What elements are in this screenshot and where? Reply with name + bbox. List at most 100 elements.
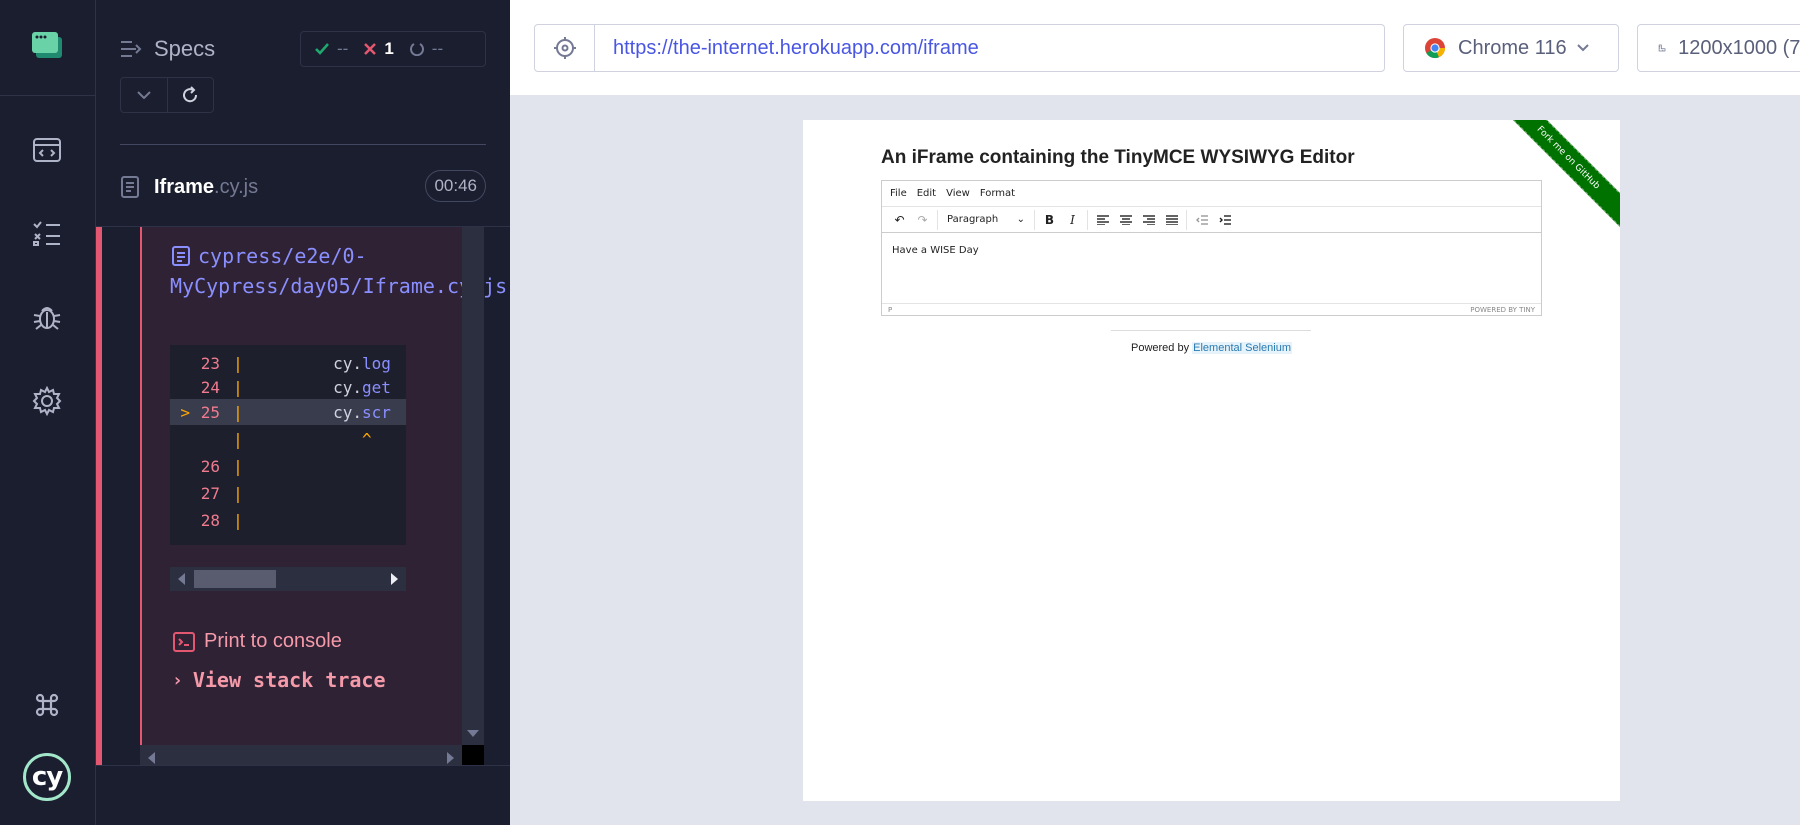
code-line: 26 | [200, 456, 243, 476]
url-text[interactable]: https://the-internet.herokuapp.com/ifram… [613, 37, 979, 60]
stack-label: View stack trace [192, 668, 386, 692]
spec-ext: .cy.js [214, 175, 259, 198]
terminal-icon [173, 631, 195, 652]
browser-name: Chrome 116 [1458, 36, 1567, 59]
refresh-icon [183, 86, 198, 103]
italic-icon[interactable]: I [1061, 209, 1084, 231]
align-right-icon[interactable] [1137, 209, 1160, 231]
footer-divider [1111, 330, 1311, 331]
editor-content[interactable]: Have a WISE Day [882, 233, 1541, 303]
chevron-down-icon: ⌄ [1016, 214, 1025, 225]
spec-header[interactable]: Iframe .cy.js 00:46 [120, 168, 486, 206]
specs-nav-button[interactable] [30, 133, 64, 167]
rerun-button[interactable] [166, 78, 213, 112]
chrome-icon [1425, 38, 1445, 59]
print-label: Print to console [204, 630, 342, 652]
crosshair-icon [553, 37, 576, 59]
element-path[interactable]: P [888, 306, 892, 314]
selector-playground-button[interactable] [535, 25, 595, 71]
passed-count: -- [337, 39, 349, 58]
align-left-icon[interactable] [1091, 209, 1114, 231]
document-icon [121, 176, 139, 198]
aut-area: https://the-internet.herokuapp.com/ifram… [510, 0, 1800, 825]
specs-title: Specs [154, 36, 216, 61]
log-horizontal-scrollbar[interactable] [140, 745, 462, 765]
format-select[interactable]: Paragraph ⌄ [941, 209, 1031, 231]
spec-duration: 00:46 [425, 170, 486, 202]
print-to-console-button[interactable]: Print to console [172, 630, 342, 653]
scrollbar-thumb[interactable] [194, 570, 276, 588]
log-vertical-scrollbar[interactable] [462, 227, 484, 745]
bold-icon[interactable]: B [1038, 209, 1061, 231]
app-logo-icon[interactable] [30, 30, 64, 60]
indent-icon[interactable] [1213, 209, 1236, 231]
elemental-selenium-link[interactable]: Elemental Selenium [1192, 342, 1292, 354]
code-line: 28 | [200, 510, 243, 530]
file-icon [172, 246, 190, 266]
redo-icon[interactable]: ↷ [911, 209, 934, 231]
scroll-left-arrow[interactable] [178, 573, 185, 585]
align-justify-icon[interactable] [1160, 209, 1183, 231]
expand-button[interactable] [121, 78, 167, 112]
bug-icon [33, 307, 61, 330]
code-line: 23 | cy. log [200, 353, 391, 373]
pending-icon [409, 43, 424, 56]
error-stripe [96, 227, 102, 765]
scrollbar-corner [462, 745, 484, 765]
app-under-test-frame: Fork me on GitHub An iFrame containing t… [803, 120, 1620, 801]
gear-icon [32, 386, 62, 416]
menu-format[interactable]: Format [980, 188, 1015, 199]
editor-toolbar: ↶ ↷ Paragraph ⌄ B I [882, 207, 1541, 233]
pending-count: -- [431, 39, 444, 58]
code-line-caret: | ^ [233, 429, 372, 449]
failed-count: 1 [384, 39, 394, 58]
editor-statusbar: P POWERED BY TINY [882, 303, 1541, 315]
check-icon [315, 43, 329, 55]
runner-controls [120, 77, 214, 113]
menu-view[interactable]: View [946, 188, 970, 199]
spec-name: Iframe [154, 175, 215, 198]
outdent-icon[interactable] [1190, 209, 1213, 231]
code-frame: 23 | cy. log 24 | cy. get >25 | cy. scr | ^ 26… [170, 345, 406, 545]
undo-icon[interactable]: ↶ [888, 209, 911, 231]
settings-nav-button[interactable] [30, 384, 64, 418]
url-bar[interactable]: https://the-internet.herokuapp.com/ifram… [534, 24, 1385, 72]
scroll-right-arrow[interactable] [391, 573, 398, 585]
side-nav: cy [0, 0, 96, 825]
panel-bottom-divider [96, 765, 510, 766]
chevron-right-icon: › [172, 669, 183, 691]
tinymce-editor: File Edit View Format ↶ ↷ Paragraph ⌄ B I [881, 180, 1542, 316]
error-file-link[interactable]: cypress/e2e/0-MyCypress/day05/Iframe.cy.… [170, 241, 510, 301]
browser-selector[interactable]: Chrome 116 [1403, 24, 1619, 72]
debug-nav-button[interactable] [30, 300, 64, 334]
code-line: 27 | [200, 483, 243, 503]
command-log: cypress/e2e/0-MyCypress/day05/Iframe.cy.… [96, 227, 510, 765]
keyboard-shortcuts-button[interactable] [30, 688, 64, 722]
x-icon [364, 43, 377, 55]
menu-file[interactable]: File [890, 188, 907, 199]
panel-divider [120, 144, 486, 145]
align-center-icon[interactable] [1114, 209, 1137, 231]
runs-nav-button[interactable] [30, 216, 64, 250]
cypress-logo[interactable]: cy [23, 753, 71, 801]
view-stack-trace-button[interactable]: › View stack trace [172, 668, 386, 692]
error-file-path: cypress/e2e/0-MyCypress/day05/Iframe.cy.… [170, 244, 510, 298]
viewport-info[interactable]: 1200x1000 (78%) [1637, 24, 1800, 72]
list-check-icon [33, 221, 60, 246]
test-stats: -- 1 -- [300, 31, 486, 67]
specs-toggle[interactable]: Specs [120, 36, 215, 62]
error-box: cypress/e2e/0-MyCypress/day05/Iframe.cy.… [140, 227, 510, 745]
viewport-size: 1200x1000 (78%) [1678, 36, 1800, 59]
command-key-icon [35, 693, 59, 717]
chevron-down-icon [137, 91, 151, 99]
nav-divider [0, 95, 96, 96]
code-line: 24 | cy. get [200, 377, 391, 397]
code-frame-scrollbar[interactable] [170, 567, 406, 591]
page-footer: Powered by Elemental Selenium [803, 342, 1620, 354]
aut-topbar: https://the-internet.herokuapp.com/ifram… [510, 0, 1800, 96]
spec-runner-panel: Specs -- 1 -- Iframe .cy.js 00:46 cypres… [96, 0, 606, 825]
collapse-menu-icon [121, 41, 142, 57]
ruler-icon [1658, 44, 1666, 52]
powered-by-tiny[interactable]: POWERED BY TINY [1470, 306, 1535, 314]
menu-edit[interactable]: Edit [917, 188, 936, 199]
